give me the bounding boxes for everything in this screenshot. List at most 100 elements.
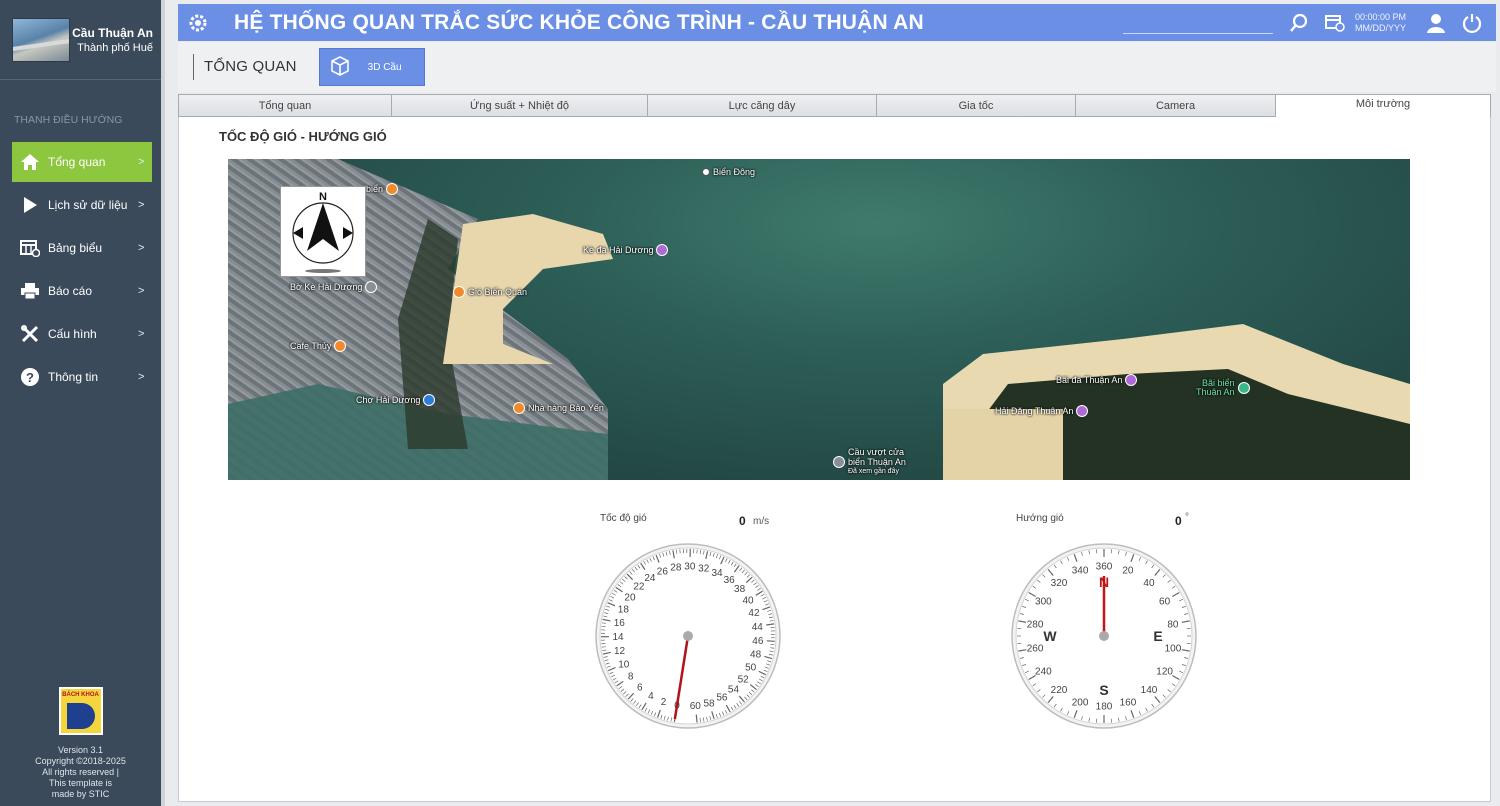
map-pin-icon (1237, 382, 1250, 394)
tab-luc-cang-day[interactable]: Lực căng dây (647, 94, 876, 117)
gauge-tick-label: 280 (1027, 619, 1044, 630)
question-icon: ? (12, 367, 48, 387)
gauge-tick-label: 300 (1035, 597, 1052, 608)
cardinal-s-label: S (1099, 682, 1108, 698)
gauge-tick-label: 40 (1143, 578, 1155, 589)
gauge-tick-label: 22 (633, 582, 645, 593)
sidebar-item-bao-cao[interactable]: Báo cáo > (12, 271, 152, 311)
satellite-map[interactable]: Biển Đông Kè đá Hải Dương Gió Biển Quán … (228, 159, 1410, 480)
search-input[interactable] (1122, 11, 1273, 34)
version-text: Version 3.1 (57, 745, 104, 755)
nav-list: Tổng quan > Lịch sử dữ liệu > Bảng biểu … (0, 142, 161, 397)
tab-ung-suat-nhiet-do[interactable]: Ứng suất + Nhiệt độ (391, 94, 647, 117)
sidebar: Cầu Thuận An Thành phố Huế THANH ĐIỀU HƯ… (0, 0, 165, 806)
map-label-ke-da[interactable]: Kè đá Hải Dương (583, 244, 669, 256)
nav-heading: THANH ĐIỀU HƯỚNG (14, 114, 123, 126)
date-text: MM/DD/YYY (1354, 22, 1406, 33)
gauge-tick-label: 200 (1072, 697, 1089, 708)
sidebar-footer: BÁCH KHOA Version 3.1 Copyright ©2018-20… (0, 687, 161, 800)
sidebar-item-bang-bieu[interactable]: Bảng biểu > (12, 228, 152, 268)
map-label-gio-bien[interactable]: Gió Biển Quán (453, 286, 527, 298)
gauge-tick-label: 60 (690, 701, 702, 712)
tools-icon (12, 324, 48, 344)
play-icon (12, 196, 48, 214)
brand: Cầu Thuận An Thành phố Huế (0, 0, 161, 80)
brand-title: Cầu Thuận An (72, 25, 153, 40)
gauge-tick-label: 48 (750, 650, 762, 661)
calendar-icon[interactable] (1317, 14, 1353, 32)
map-label-cafe[interactable]: Cafe Thủy (290, 340, 347, 352)
section-title: TỐC ĐỘ GIÓ - HƯỚNG GIÓ (219, 129, 387, 144)
bridge-3d-button[interactable]: 3D Cầu (318, 48, 425, 86)
needle-hub (1099, 631, 1109, 641)
sidebar-item-cau-hinh[interactable]: Cấu hình > (12, 314, 152, 354)
cardinal-e-label: E (1153, 628, 1162, 644)
tab-moi-truong[interactable]: Môi trường (1275, 94, 1491, 118)
svg-text:?: ? (26, 370, 34, 385)
sidebar-item-label: Bảng biểu (48, 241, 103, 255)
gauge-tick-label: 180 (1096, 702, 1113, 713)
gauge-tick-label: 54 (728, 685, 740, 696)
map-label-bai-da[interactable]: Bãi đá Thuận An (1056, 374, 1138, 386)
gauge-tick-label: 14 (612, 632, 624, 643)
gauge-tick-label: 40 (742, 595, 754, 606)
compass-north-label: N (319, 191, 327, 203)
gauge-tick-label: 220 (1051, 685, 1068, 696)
gauge-tick (695, 714, 698, 723)
gauge-tick-label: 260 (1027, 644, 1044, 655)
search-icon[interactable] (1281, 13, 1317, 33)
gauge-tick-label: 52 (738, 675, 750, 686)
sidebar-item-tong-quan[interactable]: Tổng quan > (12, 142, 152, 182)
map-label-hai-dang[interactable]: Hải Đăng Thuận An (995, 405, 1089, 417)
chevron-right-icon: > (138, 371, 145, 383)
sidebar-item-lich-su[interactable]: Lịch sử dữ liệu > (12, 185, 152, 225)
map-label-bo-ke[interactable]: Bờ Kè Hải Dương (290, 281, 378, 293)
map-label-bien[interactable]: biển (366, 183, 399, 195)
table-icon (12, 239, 48, 257)
gear-icon[interactable] (178, 11, 218, 35)
tab-gia-toc[interactable]: Gia tốc (876, 94, 1075, 117)
gauge-tick-label: 46 (752, 636, 764, 647)
wind-direction-value: 0 (1175, 514, 1182, 528)
gauge-tick-label: 20 (1122, 566, 1134, 577)
map-label-cau-vuot[interactable]: Cầu vượt cửa biển Thuận An Đã xem gần đâ… (833, 447, 906, 477)
gauge-tick-label: 44 (752, 622, 764, 633)
map-label-bien-dong[interactable]: Biển Đông (702, 167, 755, 177)
power-icon[interactable] (1454, 13, 1490, 33)
gauge-tick-label: 100 (1165, 644, 1182, 655)
user-icon[interactable] (1418, 13, 1454, 33)
tab-camera[interactable]: Camera (1075, 94, 1275, 117)
wind-direction-gauge: 360 20 40 60 80 100 120 140 160 180 200 220 240 260 28… (1011, 543, 1197, 729)
gauge-tick-label: 240 (1035, 667, 1052, 678)
chevron-right-icon: > (138, 242, 145, 254)
gauge-tick-label: 24 (644, 573, 656, 584)
wind-direction-unit: ° (1185, 512, 1189, 523)
map-label-cho[interactable]: Chợ Hải Dương (356, 394, 436, 406)
map-pin-icon (386, 183, 399, 195)
printer-icon (12, 282, 48, 300)
gauge-tick-label: 6 (637, 682, 643, 693)
tab-tong-quan[interactable]: Tổng quan (178, 94, 391, 117)
map-pin-icon (702, 168, 710, 176)
gauge-tick-label: 30 (684, 562, 696, 573)
gauge-tick-label: 32 (698, 563, 710, 574)
cardinal-w-label: W (1043, 628, 1057, 644)
map-pin-icon (423, 394, 436, 406)
chevron-right-icon: > (138, 199, 145, 211)
map-pin-icon (513, 402, 525, 414)
app-title: HỆ THỐNG QUAN TRẮC SỨC KHỎE CÔNG TRÌNH -… (234, 10, 924, 34)
gauge-tick-label: 320 (1051, 578, 1068, 589)
map-label-nha-hang[interactable]: Nhà hàng Bảo Yến (513, 402, 604, 414)
wind-speed-label: Tốc độ gió (600, 513, 647, 524)
wind-direction-label: Hướng gió (1016, 513, 1064, 524)
gauge-tick-label: 42 (748, 608, 760, 619)
sidebar-item-label: Cấu hình (48, 327, 97, 341)
gauge-tick-label: 4 (648, 691, 654, 702)
map-label-bai-bien[interactable]: Bãi biển Thuận An (1196, 379, 1250, 397)
gauge-tick-label: 360 (1096, 562, 1113, 573)
needle-hub (683, 631, 693, 641)
page-title: TỔNG QUAN (193, 54, 297, 80)
gauge-tick-label: 26 (657, 566, 669, 577)
sidebar-item-thong-tin[interactable]: ? Thông tin > (12, 357, 152, 397)
chevron-right-icon: > (138, 285, 145, 297)
